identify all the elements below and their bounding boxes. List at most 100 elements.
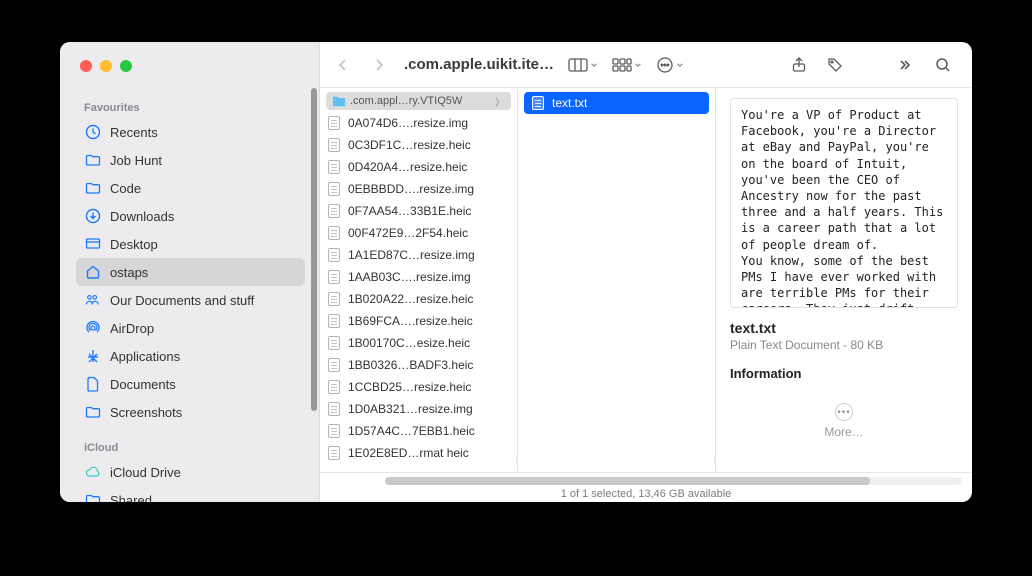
preview-content: You're a VP of Product at Facebook, you'… — [730, 98, 958, 308]
clock-icon — [84, 123, 102, 141]
close-window-button[interactable] — [80, 60, 92, 72]
sidebar: Favourites Recents Job Hunt Code Downloads De… — [60, 42, 320, 502]
sidebar-item-label: AirDrop — [110, 321, 297, 336]
preview-more-label: More… — [824, 425, 863, 439]
file-name: 1D57A4C…7EBB1.heic — [348, 424, 475, 438]
status-text: 1 of 1 selected, 13,46 GB available — [561, 488, 732, 500]
sidebar-item-label: ostaps — [110, 265, 297, 280]
minimize-window-button[interactable] — [100, 60, 112, 72]
preview-column: You're a VP of Product at Facebook, you'… — [716, 88, 972, 472]
document-icon — [328, 292, 342, 306]
file-name: 1A1ED87C…resize.img — [348, 248, 475, 262]
preview-kind-size: Plain Text Document - 80 KB — [730, 338, 958, 352]
folder-icon — [84, 179, 102, 197]
sidebar-item-icloud-drive[interactable]: iCloud Drive — [76, 458, 305, 486]
overflow-button[interactable] — [892, 52, 922, 78]
sidebar-item-label: Job Hunt — [110, 153, 297, 168]
zoom-window-button[interactable] — [120, 60, 132, 72]
sidebar-item-documents[interactable]: Documents — [76, 370, 305, 398]
document-icon — [328, 402, 342, 416]
sidebar-section-header: Favourites — [84, 102, 309, 114]
sidebar-item-job-hunt[interactable]: Job Hunt — [76, 146, 305, 174]
sidebar-item-recents[interactable]: Recents — [76, 118, 305, 146]
home-icon — [84, 263, 102, 281]
download-icon — [84, 207, 102, 225]
status-bar: 1 of 1 selected, 13,46 GB available — [320, 472, 972, 502]
sidebar-section-header: iCloud — [84, 442, 309, 454]
file-row[interactable]: 1B00170C…esize.heic — [320, 332, 517, 354]
sidebar-item-downloads[interactable]: Downloads — [76, 202, 305, 230]
document-icon — [328, 336, 342, 350]
file-row[interactable]: 1E02E8ED…rmat heic — [320, 442, 517, 464]
file-row[interactable]: 0EBBBDD….resize.img — [320, 178, 517, 200]
document-icon — [328, 226, 342, 240]
file-row[interactable]: 0D420A4…resize.heic — [320, 156, 517, 178]
forward-button[interactable] — [364, 52, 394, 78]
sidebar-item-label: Downloads — [110, 209, 297, 224]
file-name: 1BB0326…BADF3.heic — [348, 358, 473, 372]
preview-more[interactable]: ••• More… — [730, 403, 958, 439]
view-columns-button[interactable] — [568, 58, 598, 72]
doc-icon — [84, 375, 102, 393]
sidebar-item-label: Recents — [110, 125, 297, 140]
sidebar-scrollbar[interactable] — [311, 88, 317, 502]
share-button[interactable] — [784, 52, 814, 78]
file-row[interactable]: 1B020A22…resize.heic — [320, 288, 517, 310]
file-name: 1D0AB321…resize.img — [348, 402, 473, 416]
document-icon — [328, 182, 342, 196]
folder-icon — [84, 403, 102, 421]
people-icon — [84, 291, 102, 309]
sidebar-item-label: Applications — [110, 349, 297, 364]
column-1: .com.appl…ry.VTIQ5W 〉 0A074D6….resize.im… — [320, 88, 518, 472]
sidebar-item-screenshots[interactable]: Screenshots — [76, 398, 305, 426]
file-row[interactable]: 1A1ED87C…resize.img — [320, 244, 517, 266]
sidebar-item-airdrop[interactable]: AirDrop — [76, 314, 305, 342]
column-2: text.txt ‖ — [518, 88, 716, 472]
file-row[interactable]: 1AAB03C….resize.img — [320, 266, 517, 288]
file-row[interactable]: 00F472E9…2F54.heic — [320, 222, 517, 244]
sidebar-item-code[interactable]: Code — [76, 174, 305, 202]
file-row[interactable]: 1CCBD25…resize.heic — [320, 376, 517, 398]
file-row[interactable]: 0C3DF1C…resize.heic — [320, 134, 517, 156]
document-icon — [328, 116, 342, 130]
folder-icon — [84, 491, 102, 502]
file-name: 0D420A4…resize.heic — [348, 160, 467, 174]
file-row[interactable]: 1B69FCA….resize.heic — [320, 310, 517, 332]
sidebar-item-ostaps[interactable]: ostaps — [76, 258, 305, 286]
chevron-right-icon: 〉 — [495, 94, 505, 109]
sidebar-item-label: Documents — [110, 377, 297, 392]
document-icon — [328, 424, 342, 438]
file-row[interactable]: 1BB0326…BADF3.heic — [320, 354, 517, 376]
file-row[interactable]: text.txt — [524, 92, 709, 114]
sidebar-item-shared[interactable]: Shared — [76, 486, 305, 502]
file-row[interactable]: 0F7AA54…33B1E.heic — [320, 200, 517, 222]
file-name: text.txt — [552, 96, 587, 110]
document-icon — [328, 160, 342, 174]
search-button[interactable] — [928, 52, 958, 78]
file-row[interactable]: 1D57A4C…7EBB1.heic — [320, 420, 517, 442]
folder-icon — [332, 94, 346, 108]
horizontal-scrollbar[interactable] — [385, 477, 962, 485]
sidebar-item-applications[interactable]: Applications — [76, 342, 305, 370]
file-row[interactable]: 1D0AB321…resize.img — [320, 398, 517, 420]
back-button[interactable] — [328, 52, 358, 78]
finder-window: Favourites Recents Job Hunt Code Downloads De… — [60, 42, 972, 502]
document-icon — [328, 446, 342, 460]
file-row[interactable]: 0A074D6….resize.img — [320, 112, 517, 134]
document-icon — [328, 270, 342, 284]
preview-filename: text.txt — [730, 320, 958, 336]
folder-icon — [84, 151, 102, 169]
ellipsis-icon: ••• — [835, 403, 853, 421]
preview-info-header: Information — [730, 366, 958, 381]
sidebar-item-our-documents-and-stuff[interactable]: Our Documents and stuff — [76, 286, 305, 314]
path-header[interactable]: .com.appl…ry.VTIQ5W 〉 — [326, 92, 511, 110]
file-name: 1CCBD25…resize.heic — [348, 380, 471, 394]
group-by-button[interactable] — [612, 58, 642, 72]
tags-button[interactable] — [820, 52, 850, 78]
column-browser: .com.appl…ry.VTIQ5W 〉 0A074D6….resize.im… — [320, 88, 972, 472]
file-name: 1E02E8ED…rmat heic — [348, 446, 469, 460]
action-menu-button[interactable] — [656, 56, 684, 74]
document-icon — [328, 314, 342, 328]
file-name: 0C3DF1C…resize.heic — [348, 138, 471, 152]
sidebar-item-desktop[interactable]: Desktop — [76, 230, 305, 258]
